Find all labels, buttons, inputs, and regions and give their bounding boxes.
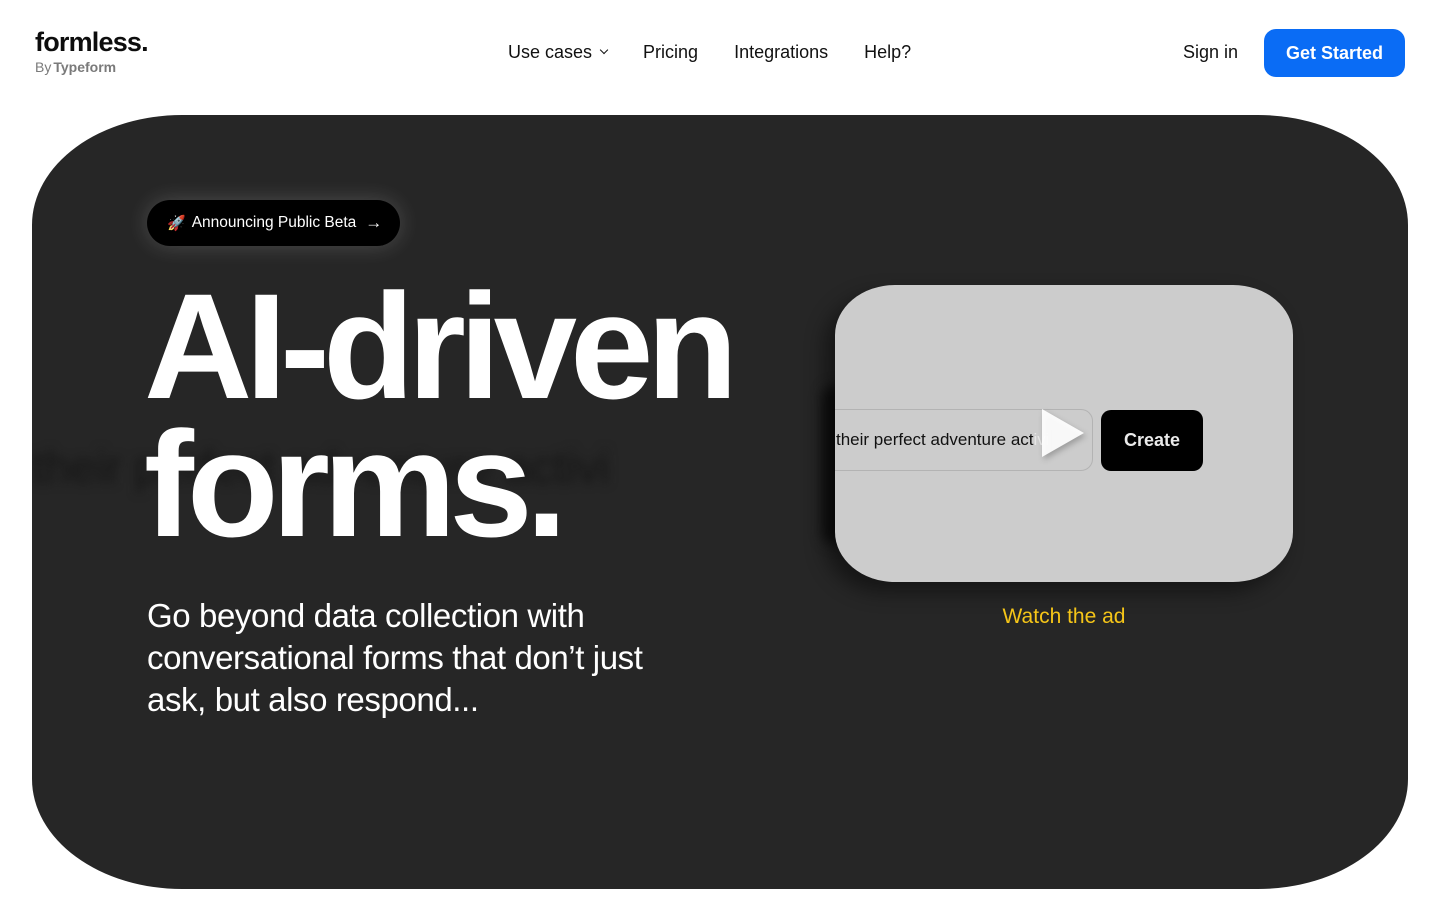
headline-line-1: AI-driven bbox=[144, 262, 738, 430]
announcement-label: Announcing Public Beta bbox=[191, 214, 357, 231]
video-demo-create-button: Create bbox=[1101, 410, 1203, 471]
play-icon[interactable] bbox=[1042, 409, 1084, 457]
nav-help-label: Help? bbox=[864, 42, 912, 62]
chevron-down-icon bbox=[599, 45, 609, 55]
video-player[interactable]: their perfect adventure act ivi Create bbox=[835, 285, 1293, 582]
sign-in-link[interactable]: Sign in bbox=[1183, 38, 1238, 66]
headline-line-2: forms. bbox=[144, 400, 567, 568]
nav-integrations[interactable]: Integrations bbox=[734, 38, 828, 66]
logo-brand: Typeform bbox=[53, 59, 117, 75]
arrow-right-icon: → bbox=[365, 213, 383, 232]
logo-byline: By Typeform bbox=[35, 58, 148, 76]
site-header: formless. By Typeform Use cases Pricing I… bbox=[0, 0, 1440, 105]
nav-integrations-label: Integrations bbox=[734, 42, 829, 62]
video-input-text: their perfect adventure act bbox=[836, 430, 1034, 449]
nav-pricing-label: Pricing bbox=[643, 42, 699, 62]
get-started-button[interactable]: Get Started bbox=[1264, 29, 1405, 77]
watch-ad-link[interactable]: Watch the ad bbox=[835, 603, 1293, 631]
nav-use-cases-label: Use cases bbox=[508, 42, 593, 62]
hero-subtext: Go beyond data collection with conversat… bbox=[147, 597, 643, 718]
main-nav: Use cases Pricing Integrations Help? bbox=[508, 38, 911, 66]
logo-by-text: By bbox=[35, 59, 52, 75]
hero-section: their perfect adventure activi 🚀 Announc… bbox=[32, 115, 1408, 889]
nav-use-cases[interactable]: Use cases bbox=[508, 38, 609, 66]
announcement-badge[interactable]: 🚀 Announcing Public Beta → bbox=[147, 200, 401, 246]
hero-headline: AI-driven forms. bbox=[144, 262, 738, 568]
logo-wordmark: formless. bbox=[35, 27, 149, 57]
nav-pricing[interactable]: Pricing bbox=[643, 38, 698, 66]
nav-help[interactable]: Help? bbox=[864, 38, 911, 66]
logo[interactable]: formless. By Typeform bbox=[35, 27, 149, 76]
rocket-icon: 🚀 bbox=[167, 215, 186, 232]
